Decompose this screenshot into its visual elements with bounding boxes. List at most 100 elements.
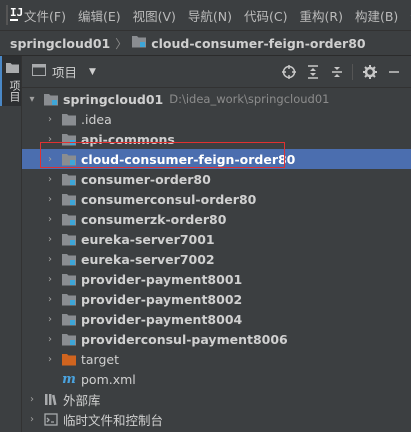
tree-root-label: springcloud01 (63, 91, 164, 107)
breadcrumb-separator: 〉 (115, 36, 128, 51)
tree-item-provider-payment8002[interactable]: › provider-payment8002 (22, 289, 411, 309)
left-tool-stripe: 项目 (0, 56, 22, 432)
project-stripe-tab[interactable]: 项目 (0, 56, 21, 106)
chevron-right-icon[interactable]: › (44, 349, 56, 369)
chevron-right-icon[interactable]: › (44, 229, 56, 249)
chevron-right-icon[interactable]: › (44, 169, 56, 189)
menu-code[interactable]: 代码(C) (238, 6, 293, 25)
chevron-down-icon: ▼ (89, 66, 96, 77)
expand-all-icon[interactable] (302, 61, 324, 83)
project-window-icon (32, 64, 46, 79)
menu-bar: IJ 文件(F) 编辑(E) 视图(V) 导航(N) 代码(C) 重构(R) 构… (0, 0, 411, 30)
crosshair-icon[interactable] (278, 61, 300, 83)
tree-item-label: pom.xml (81, 371, 136, 387)
menu-build[interactable]: 构建(B) (349, 6, 404, 25)
menu-view[interactable]: 视图(V) (127, 6, 182, 25)
module-folder-icon (60, 289, 78, 309)
chevron-right-icon[interactable]: › (44, 289, 56, 309)
minimize-icon[interactable] (383, 61, 405, 83)
project-stripe-label: 项目 (8, 80, 21, 102)
chevron-right-icon[interactable]: › (44, 249, 56, 269)
tree-item-consumerconsul-order80[interactable]: › consumerconsul-order80 (22, 189, 411, 209)
tree-item-label: providerconsul-payment8006 (81, 331, 288, 347)
menu-refactor[interactable]: 重构(R) (294, 6, 349, 25)
project-tree: ▾ springcloud01 D:\idea_work\springcloud… (22, 89, 411, 429)
tree-item-label: eureka-server7001 (81, 231, 215, 247)
tree-item-scratches[interactable]: › 临时文件和控制台 (22, 409, 411, 429)
intellij-logo-icon[interactable]: IJ (6, 5, 23, 25)
module-folder-icon (42, 89, 60, 109)
breadcrumb-module[interactable]: cloud-consumer-feign-order80 (151, 36, 365, 51)
collapse-all-icon[interactable] (326, 61, 348, 83)
tree-item-label: eureka-server7002 (81, 251, 215, 267)
chevron-right-icon[interactable]: › (44, 209, 56, 229)
chevron-down-icon[interactable]: ▾ (26, 89, 38, 109)
module-folder-icon (132, 35, 147, 51)
tree-item-external-libraries[interactable]: › 外部库 (22, 389, 411, 409)
module-folder-icon (60, 169, 78, 189)
tree-item-cloud-consumer-feign-order80[interactable]: › cloud-consumer-feign-order80 (22, 149, 411, 169)
module-folder-icon (60, 269, 78, 289)
chevron-right-icon[interactable]: › (26, 409, 38, 429)
chevron-right-icon[interactable]: › (44, 149, 56, 169)
module-folder-icon (60, 209, 78, 229)
tree-item-provider-payment8001[interactable]: › provider-payment8001 (22, 269, 411, 289)
tree-item-idea[interactable]: › .idea (22, 109, 411, 129)
tree-item-label: consumerconsul-order80 (81, 191, 257, 207)
chevron-right-icon[interactable]: › (44, 269, 56, 289)
project-toolbar-actions (276, 56, 405, 88)
tree-item-label: provider-payment8004 (81, 311, 243, 327)
breadcrumb-project[interactable]: springcloud01 (10, 36, 110, 51)
module-folder-icon (60, 189, 78, 209)
tree-item-consumerzk-order80[interactable]: › consumerzk-order80 (22, 209, 411, 229)
maven-icon: m (62, 371, 76, 387)
project-window-title: 项目 (52, 65, 78, 80)
tree-item-label: 临时文件和控制台 (63, 412, 164, 428)
tree-item-label: cloud-consumer-feign-order80 (81, 151, 296, 167)
breadcrumb: springcloud01 〉 cloud-consumer-feign-ord… (0, 30, 411, 56)
module-folder-icon (60, 149, 78, 169)
module-folder-icon (60, 309, 78, 329)
tree-item-label: target (81, 351, 120, 367)
folder-icon (60, 109, 78, 129)
scratches-icon (42, 409, 60, 429)
tree-item-label: 外部库 (63, 392, 101, 408)
module-folder-icon (60, 249, 78, 269)
excluded-folder-icon (60, 349, 78, 369)
tree-root-springcloud01[interactable]: ▾ springcloud01 D:\idea_work\springcloud… (22, 89, 411, 109)
module-folder-icon (60, 329, 78, 349)
project-toolbar: 项目 ▼ (22, 56, 411, 88)
module-folder-icon (60, 129, 78, 149)
library-icon (42, 389, 60, 409)
tree-item-label: .idea (81, 111, 112, 127)
module-folder-icon (60, 229, 78, 249)
gear-icon[interactable] (359, 61, 381, 83)
tree-item-label: provider-payment8001 (81, 271, 243, 287)
tree-item-label: consumerzk-order80 (81, 211, 227, 227)
menu-run[interactable]: 运 (404, 6, 411, 25)
project-tool-window: 项目 ▼ ▾ springcloud01 D:\idea_work\spring… (22, 56, 411, 432)
tree-item-pom-xml[interactable]: m pom.xml (22, 369, 411, 389)
chevron-right-icon[interactable]: › (44, 309, 56, 329)
folder-icon (6, 62, 19, 76)
chevron-right-icon[interactable]: › (44, 329, 56, 349)
tree-item-label: api-commons (81, 131, 175, 147)
tree-item-label: consumer-order80 (81, 171, 211, 187)
project-view-selector[interactable]: 项目 ▼ (32, 62, 96, 81)
tree-item-eureka-server7001[interactable]: › eureka-server7001 (22, 229, 411, 249)
tree-item-consumer-order80[interactable]: › consumer-order80 (22, 169, 411, 189)
menu-navigate[interactable]: 导航(N) (182, 6, 238, 25)
tree-item-eureka-server7002[interactable]: › eureka-server7002 (22, 249, 411, 269)
tree-item-provider-payment8004[interactable]: › provider-payment8004 (22, 309, 411, 329)
tree-root-path: D:\idea_work\springcloud01 (169, 92, 330, 106)
tree-item-label: provider-payment8002 (81, 291, 243, 307)
tree-item-providerconsul-payment8006[interactable]: › providerconsul-payment8006 (22, 329, 411, 349)
chevron-right-icon[interactable]: › (44, 109, 56, 129)
menu-file[interactable]: 文件(F) (18, 6, 72, 25)
chevron-right-icon[interactable]: › (26, 389, 38, 409)
tree-item-api-commons[interactable]: › api-commons (22, 129, 411, 149)
chevron-right-icon[interactable]: › (44, 129, 56, 149)
chevron-right-icon[interactable]: › (44, 189, 56, 209)
menu-edit[interactable]: 编辑(E) (72, 6, 127, 25)
tree-item-target[interactable]: › target (22, 349, 411, 369)
